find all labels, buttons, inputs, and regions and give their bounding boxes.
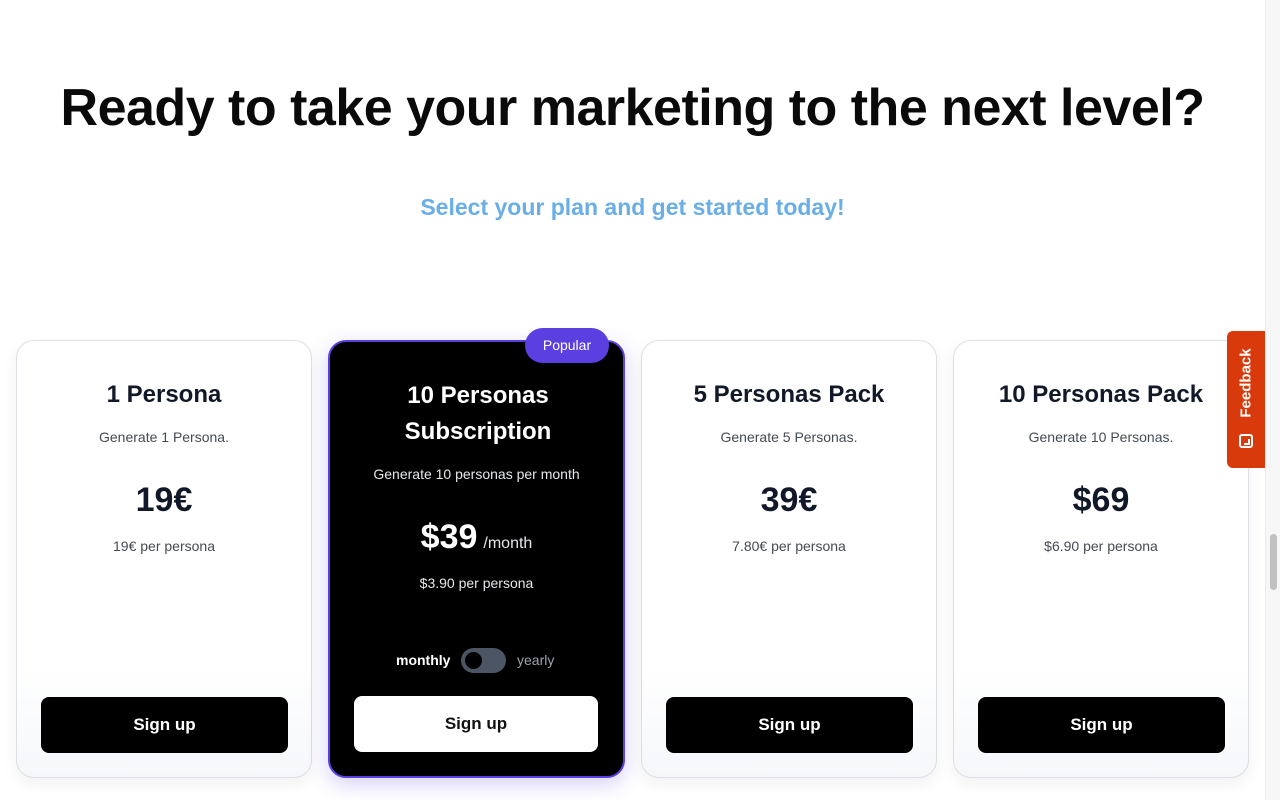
sign-up-button[interactable]: Sign up	[666, 697, 913, 753]
plan-title: 10 Personas Pack	[998, 381, 1204, 408]
page-subheading: Select your plan and get started today!	[420, 194, 845, 220]
plan-per-persona: 19€ per persona	[113, 538, 215, 554]
plan-card-10-personas-pack: 10 Personas Pack Generate 10 Personas. $…	[953, 340, 1249, 778]
plan-price: $69	[1072, 481, 1130, 519]
plan-description: Generate 1 Persona.	[99, 429, 229, 445]
plan-card-5-personas-pack: 5 Personas Pack Generate 5 Personas. 39€…	[641, 340, 937, 778]
plan-price: $39/month	[330, 518, 623, 557]
toggle-label-monthly[interactable]: monthly	[396, 652, 450, 668]
plan-price: 39€	[760, 481, 818, 519]
plan-title: 1 Persona	[106, 381, 222, 408]
feedback-tab[interactable]: Feedback	[1227, 331, 1265, 468]
plan-price: 19€	[135, 481, 193, 519]
sign-up-button[interactable]: Sign up	[354, 696, 598, 752]
toggle-knob	[465, 652, 482, 669]
billing-period-toggle[interactable]	[461, 648, 506, 673]
plan-description: Generate 10 Personas.	[1028, 429, 1174, 445]
plan-description: Generate 10 personas per month	[373, 466, 580, 482]
plan-per-persona: $3.90 per persona	[419, 575, 534, 591]
plan-per-persona: 7.80€ per persona	[732, 538, 846, 554]
plan-title: 10 Personas Subscription	[404, 382, 552, 445]
plan-per-persona: $6.90 per persona	[1044, 538, 1158, 554]
plan-description: Generate 5 Personas.	[720, 429, 858, 445]
billing-toggle-row: monthly yearly	[330, 648, 623, 674]
plan-price-unit: /month	[483, 535, 533, 552]
page-scrollbar[interactable]	[1265, 0, 1280, 800]
plan-title: 5 Personas Pack	[693, 381, 885, 408]
sign-up-button[interactable]: Sign up	[41, 697, 288, 753]
toggle-label-yearly[interactable]: yearly	[517, 652, 554, 668]
popular-badge: Popular	[525, 328, 609, 363]
plan-card-1-persona: 1 Persona Generate 1 Persona. 19€ 19€ pe…	[16, 340, 312, 778]
page-heading: Ready to take your marketing to the next…	[60, 79, 1205, 137]
plan-card-10-personas-subscription: Popular 10 Personas Subscription Generat…	[328, 328, 625, 778]
sign-up-button[interactable]: Sign up	[978, 697, 1225, 753]
plan-price-amount: $39	[420, 518, 478, 556]
scrollbar-thumb[interactable]	[1270, 534, 1277, 590]
feedback-icon	[1239, 434, 1253, 448]
feedback-label: Feedback	[1237, 348, 1255, 418]
